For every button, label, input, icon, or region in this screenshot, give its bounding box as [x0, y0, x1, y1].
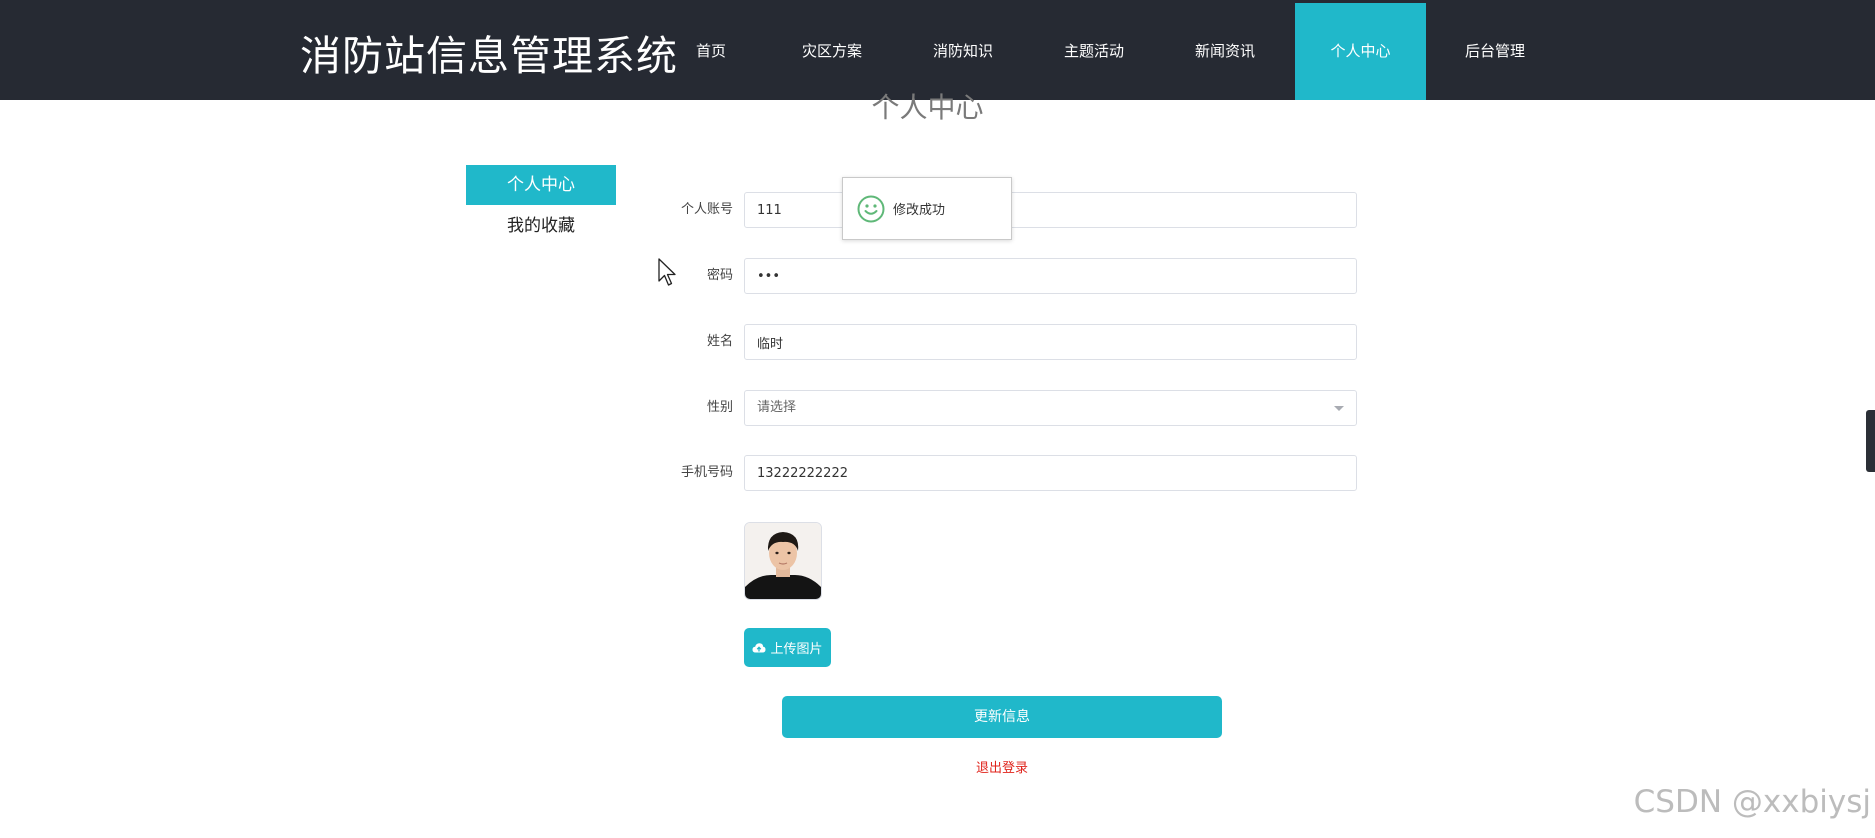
gender-select-placeholder: 请选择: [757, 400, 797, 415]
account-label: 个人账号: [680, 202, 733, 217]
gender-label: 性别: [706, 400, 733, 415]
cloud-upload-icon: [752, 642, 766, 652]
site-title: 消防站信息管理系统: [300, 32, 678, 80]
phone-input[interactable]: [744, 455, 1357, 491]
gender-select[interactable]: 请选择: [744, 390, 1357, 426]
person-portrait-icon: [745, 523, 821, 599]
logout-link[interactable]: 退出登录: [782, 757, 1222, 776]
toast-message: 修改成功: [893, 203, 946, 218]
upload-image-label: 上传图片: [770, 642, 823, 657]
side-scroll-handle[interactable]: [1866, 410, 1875, 472]
page-heading: 个人中心: [871, 91, 984, 124]
sidebar-item-favorites[interactable]: 我的收藏: [466, 206, 616, 246]
phone-label: 手机号码: [680, 465, 733, 480]
upload-image-button[interactable]: 上传图片: [744, 628, 831, 667]
password-input[interactable]: [744, 258, 1357, 294]
sidebar-item-personal-center[interactable]: 个人中心: [466, 165, 616, 205]
watermark: CSDN @xxbiysj: [1633, 784, 1871, 820]
password-label: 密码: [706, 268, 733, 283]
chevron-down-icon: [1334, 406, 1344, 411]
update-info-button[interactable]: 更新信息: [782, 696, 1222, 738]
mouse-pointer-icon: [658, 258, 676, 286]
account-input[interactable]: [744, 192, 1357, 228]
name-label: 姓名: [706, 334, 733, 349]
success-toast: 修改成功: [842, 177, 1012, 240]
name-input[interactable]: [744, 324, 1357, 360]
avatar-image: [744, 522, 822, 600]
smile-icon: [857, 195, 885, 222]
top-navbar: 消防站信息管理系统 首页 灾区方案 消防知识 主题活动 新闻资讯 个人中心 后台…: [0, 0, 1875, 100]
